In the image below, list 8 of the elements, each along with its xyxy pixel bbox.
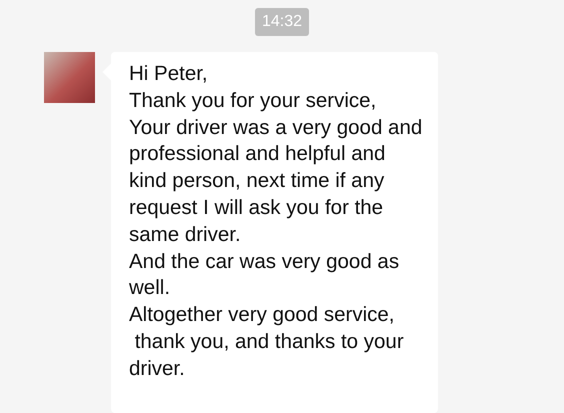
avatar-photo-placeholder[interactable] bbox=[44, 52, 95, 103]
message-text: And the car was very good as well. bbox=[129, 248, 400, 302]
message-text: Your driver was a very good and professional and helpful and kind person, next time if any request I will ask you for the same driver. bbox=[129, 114, 424, 248]
message-text: thank you, and thanks to your driver. bbox=[129, 328, 405, 382]
timestamp: 14:32 bbox=[254, 8, 310, 36]
message-text: Altogether very good service, bbox=[129, 302, 396, 328]
message-text: Thank you for your service, bbox=[129, 88, 378, 114]
message-text: Hi Peter, bbox=[129, 61, 209, 87]
